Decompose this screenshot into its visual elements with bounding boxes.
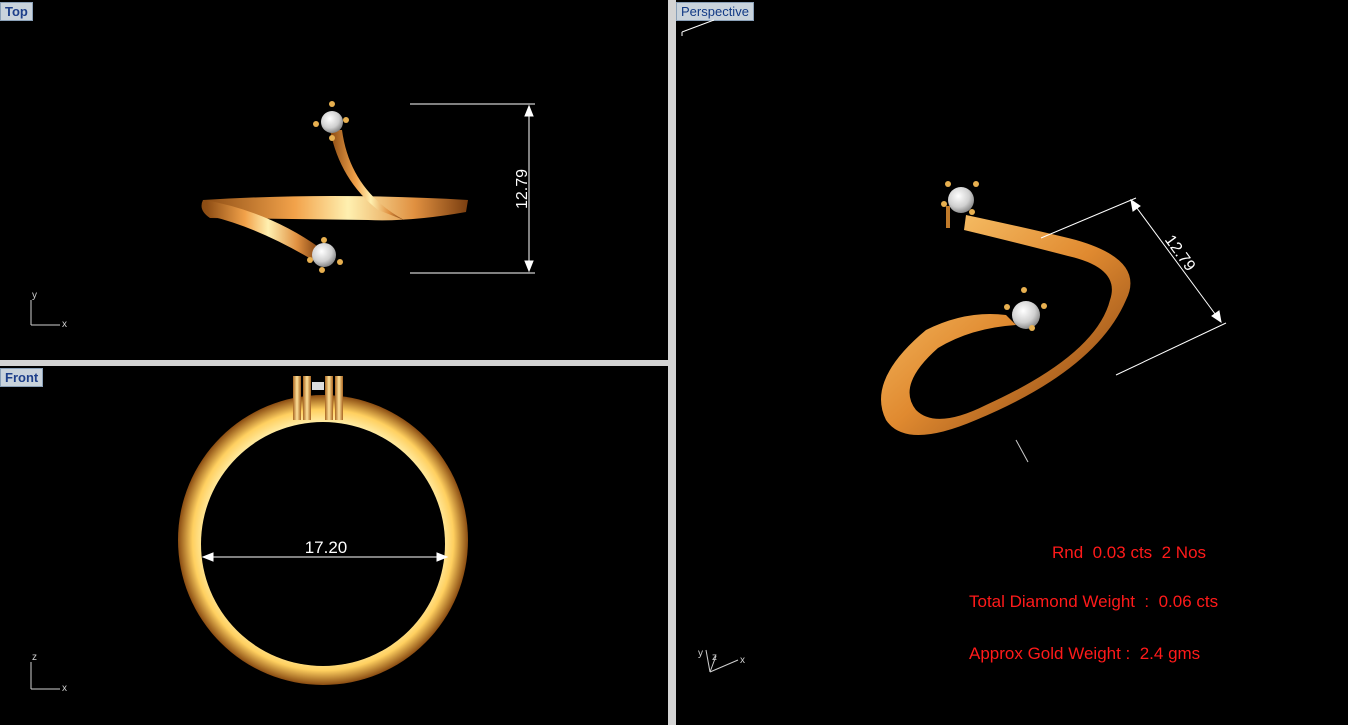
diamond-top-2 — [312, 243, 336, 267]
diamond-front — [312, 382, 324, 390]
axis-icon-perspective — [705, 649, 739, 673]
total-diamond-weight-text: Total Diamond Weight : 0.06 cts — [969, 592, 1219, 611]
gold-weight-text: Approx Gold Weight : 2.4 gms — [969, 644, 1201, 663]
diamond-perspective-1 — [948, 187, 974, 213]
stone-info-text: Rnd 0.03 cts 2 Nos — [1052, 543, 1207, 562]
prong-4 — [335, 376, 343, 420]
axis-label-z-perspective: z — [712, 652, 717, 663]
ring-top-view: 12.79 y x — [30, 101, 535, 330]
viewport-front[interactable]: Front 17.20 z x — [0, 366, 668, 725]
axis-icon-front — [30, 662, 60, 690]
ring-band-shape — [881, 215, 1131, 435]
dimension-label-front: 17.20 — [305, 538, 348, 557]
diamond-perspective-2 — [1012, 301, 1040, 329]
ring-front-view: 17.20 z x — [30, 376, 468, 694]
prong-2 — [303, 376, 311, 420]
viewport-perspective[interactable]: Perspective 12.79 y z x Rnd 0.03 cts 2 N… — [676, 0, 1348, 725]
ring-perspective-view: 12.79 y z x — [681, 19, 1227, 673]
diamond-top-1 — [321, 111, 343, 133]
dimension-label-top: 12.79 — [514, 169, 531, 209]
dimension-label-perspective: 12.79 — [1161, 232, 1198, 274]
axis-label-x-perspective: x — [740, 655, 745, 666]
axis-label-y-perspective: y — [698, 648, 703, 659]
axis-label-y-top: y — [32, 290, 37, 301]
prong-3 — [325, 376, 333, 420]
prong-1 — [293, 376, 301, 420]
axis-label-x-top: x — [62, 319, 67, 330]
axis-label-z-front: z — [32, 652, 37, 663]
dimension-lines-perspective — [1040, 197, 1227, 376]
axis-icon-top — [30, 300, 60, 326]
axis-label-x-front: x — [62, 683, 67, 694]
viewport-top[interactable]: Top 12.79 y x — [0, 0, 668, 360]
vertical-divider[interactable] — [668, 0, 676, 725]
